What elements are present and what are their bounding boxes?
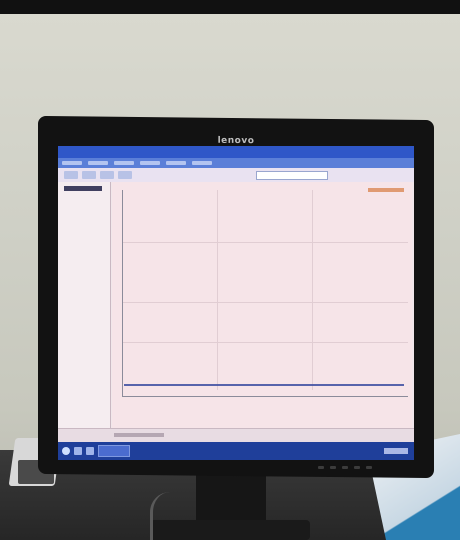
x-axis — [122, 396, 408, 397]
menu-item — [166, 161, 186, 165]
monitor-buttons — [318, 466, 382, 470]
cable — [150, 492, 183, 540]
menu-item — [62, 161, 82, 165]
signal-trace — [124, 384, 404, 386]
status-text — [114, 433, 164, 437]
monitor-button — [354, 466, 360, 469]
legend-mark — [368, 188, 404, 192]
taskbar-app-icon — [86, 447, 94, 455]
menu-item — [192, 161, 212, 165]
grid-line-vertical — [312, 190, 313, 390]
taskbar-clock — [384, 448, 408, 454]
photo: lenovo — [0, 0, 460, 540]
top-border — [0, 0, 460, 14]
taskbar-window-button — [98, 445, 130, 457]
plot-area — [112, 182, 412, 428]
start-icon — [62, 447, 70, 455]
status-strip — [58, 428, 414, 443]
menu-bar — [58, 158, 414, 168]
menu-item — [114, 161, 134, 165]
grid-line-horizontal — [122, 242, 408, 243]
grid-line-horizontal — [122, 302, 408, 303]
taskbar — [58, 442, 414, 460]
toolbar-button — [64, 171, 78, 179]
toolbar-button — [118, 171, 132, 179]
window-titlebar — [58, 146, 414, 158]
y-axis — [122, 190, 123, 396]
monitor-button — [342, 466, 348, 469]
monitor-button — [318, 466, 324, 469]
toolbar — [58, 168, 414, 182]
monitor-screen — [58, 146, 414, 460]
toolbar-button — [100, 171, 114, 179]
menu-item — [140, 161, 160, 165]
taskbar-app-icon — [74, 447, 82, 455]
toolbar-field — [256, 170, 328, 180]
grid-line-vertical — [217, 190, 218, 390]
left-panel — [58, 182, 111, 428]
panel-header — [64, 186, 102, 191]
toolbar-button — [82, 171, 96, 179]
menu-item — [88, 161, 108, 165]
monitor-button — [366, 466, 372, 469]
grid-line-horizontal — [122, 342, 408, 343]
monitor-button — [330, 466, 336, 469]
